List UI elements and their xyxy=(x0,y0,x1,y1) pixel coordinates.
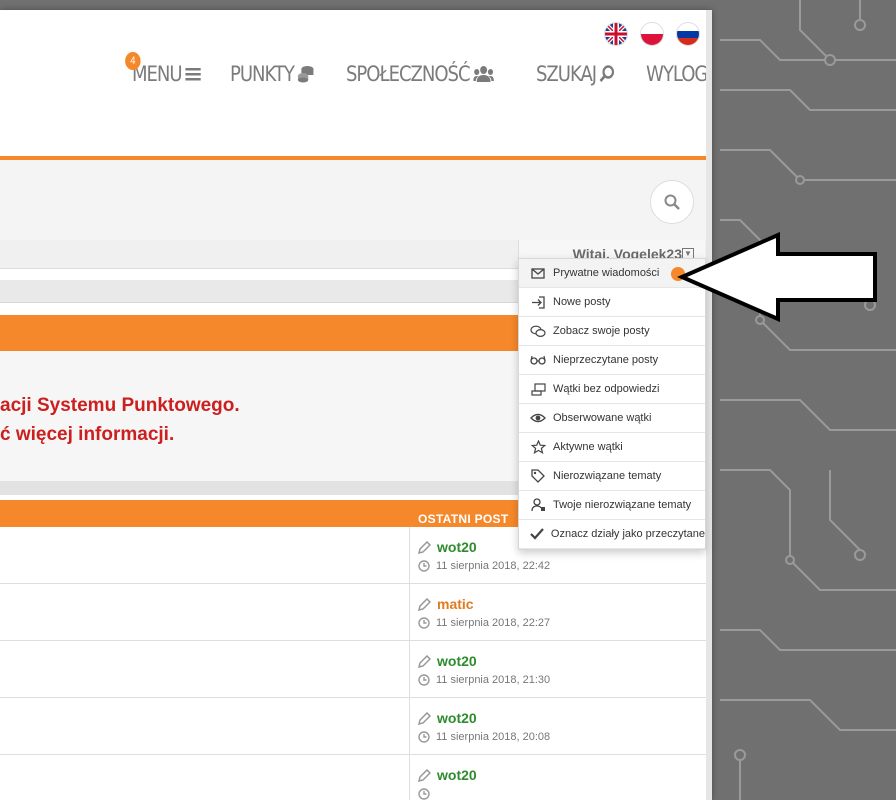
logout-button[interactable]: WYLOGUJ xyxy=(645,62,707,86)
comments-icon xyxy=(529,324,547,338)
menu-notification-badge: 4 xyxy=(125,52,141,70)
flag-pl-icon[interactable] xyxy=(640,22,664,46)
signin-icon xyxy=(529,295,547,309)
tag-icon xyxy=(529,469,547,483)
clock-icon xyxy=(418,788,430,800)
dropdown-item-user-tag[interactable]: Twoje nierozwiązane tematy xyxy=(519,491,705,520)
search-band xyxy=(0,160,706,240)
column-divider xyxy=(409,698,410,754)
pencil-icon xyxy=(418,711,431,725)
dropdown-item-glasses[interactable]: Nieprzeczytane posty xyxy=(519,346,705,375)
flag-uk-icon[interactable] xyxy=(604,22,628,46)
flag-ru-icon[interactable] xyxy=(676,22,700,46)
dropdown-item-check[interactable]: Oznacz działy jako przeczytane xyxy=(519,520,705,549)
last-post-date: 11 sierpnia 2018, 20:08 xyxy=(418,731,550,743)
dropdown-item-label: Twoje nierozwiązane tematy xyxy=(553,499,692,511)
pencil-icon xyxy=(418,540,431,554)
dropdown-item-label: Aktywne wątki xyxy=(553,441,623,453)
last-post-date: 11 sierpnia 2018, 22:27 xyxy=(418,617,550,629)
search-icon xyxy=(664,194,680,210)
eye-icon xyxy=(529,411,547,425)
logout-label: WYLOGUJ xyxy=(645,62,707,86)
user-tag-icon xyxy=(529,498,547,512)
points-button[interactable]: PUNKTY xyxy=(230,62,315,86)
last-post-author[interactable]: wot20 xyxy=(418,539,477,555)
star-icon xyxy=(529,440,547,454)
column-divider xyxy=(409,584,410,640)
menu-button[interactable]: 4 MENU xyxy=(125,52,201,86)
author-name[interactable]: wot20 xyxy=(437,539,477,555)
clock-icon xyxy=(418,560,430,572)
table-row: wot20 11 sierpnia 2018, 20:08 xyxy=(0,698,706,755)
users-icon xyxy=(473,66,494,82)
column-divider xyxy=(409,755,410,800)
table-row: wot20 11 sierpnia 2018, 21:30 xyxy=(0,641,706,698)
dropdown-item-label: Wątki bez odpowiedzi xyxy=(553,383,660,395)
dropdown-item-eye[interactable]: Obserwowane wątki xyxy=(519,404,705,433)
author-name[interactable]: wot20 xyxy=(437,767,477,783)
column-divider xyxy=(409,527,410,583)
clock-icon xyxy=(418,617,430,629)
column-divider xyxy=(409,641,410,697)
search-nav-button[interactable]: SZUKAJ xyxy=(536,62,615,86)
dropdown-item-label: Oznacz działy jako przeczytane xyxy=(550,528,705,540)
pencil-icon xyxy=(418,654,431,668)
annotation-arrow xyxy=(677,232,877,322)
dropdown-item-label: Prywatne wiadomości xyxy=(553,267,660,279)
glasses-icon xyxy=(529,353,547,367)
date-text: 11 sierpnia 2018, 22:27 xyxy=(436,617,551,629)
last-post-author[interactable]: wot20 xyxy=(418,653,477,669)
community-button[interactable]: SPOŁECZNOŚĆ xyxy=(346,62,494,86)
table-row: wot20 xyxy=(0,755,706,800)
last-post-date xyxy=(418,788,436,800)
clock-icon xyxy=(418,674,430,686)
dropdown-item-label: Zobacz swoje posty xyxy=(553,325,650,337)
pencil-icon xyxy=(418,597,431,611)
search-nav-label: SZUKAJ xyxy=(535,62,597,86)
community-label: SPOŁECZNOŚĆ xyxy=(346,62,471,86)
search-icon xyxy=(599,65,614,83)
author-name[interactable]: matic xyxy=(437,596,474,612)
dropdown-item-tag[interactable]: Nierozwiązane tematy xyxy=(519,462,705,491)
hamburger-icon xyxy=(185,68,201,81)
dropdown-item-label: Obserwowane wątki xyxy=(553,412,652,424)
language-flags xyxy=(604,22,700,46)
coins-icon xyxy=(297,66,314,83)
points-label: PUNKTY xyxy=(229,62,295,86)
dropdown-item-label: Nowe posty xyxy=(553,296,611,308)
notice-line-2: ć więcej informacji. xyxy=(0,424,175,445)
dropdown-item-unanswered[interactable]: Wątki bez odpowiedzi xyxy=(519,375,705,404)
notice-line-1: acji Systemu Punktowego. xyxy=(0,395,240,416)
author-name[interactable]: wot20 xyxy=(437,710,477,726)
check-icon xyxy=(529,527,545,541)
date-text: 11 sierpnia 2018, 22:42 xyxy=(436,560,551,572)
pencil-icon xyxy=(418,768,431,782)
search-round-button[interactable] xyxy=(650,180,694,224)
date-text: 11 sierpnia 2018, 21:30 xyxy=(436,674,551,686)
last-post-author[interactable]: matic xyxy=(418,596,474,612)
dropdown-item-star[interactable]: Aktywne wątki xyxy=(519,433,705,462)
column-last-post: OSTATNI POST xyxy=(418,512,509,526)
top-navigation: 4 MENU PUNKTY SPOŁECZNOŚĆ SZUKAJ WYLOGUJ xyxy=(125,52,707,86)
table-row: matic 11 sierpnia 2018, 22:27 xyxy=(0,584,706,641)
date-text: 11 sierpnia 2018, 20:08 xyxy=(436,731,551,743)
last-post-date: 11 sierpnia 2018, 22:42 xyxy=(418,560,550,572)
last-post-author[interactable]: wot20 xyxy=(418,710,477,726)
dropdown-item-label: Nieprzeczytane posty xyxy=(553,354,659,366)
author-name[interactable]: wot20 xyxy=(437,653,477,669)
dropdown-item-label: Nierozwiązane tematy xyxy=(553,470,662,482)
last-post-author[interactable]: wot20 xyxy=(418,767,477,783)
clock-icon xyxy=(418,731,430,743)
unanswered-icon xyxy=(529,382,547,396)
envelope-icon xyxy=(529,266,547,280)
last-post-date: 11 sierpnia 2018, 21:30 xyxy=(418,674,550,686)
